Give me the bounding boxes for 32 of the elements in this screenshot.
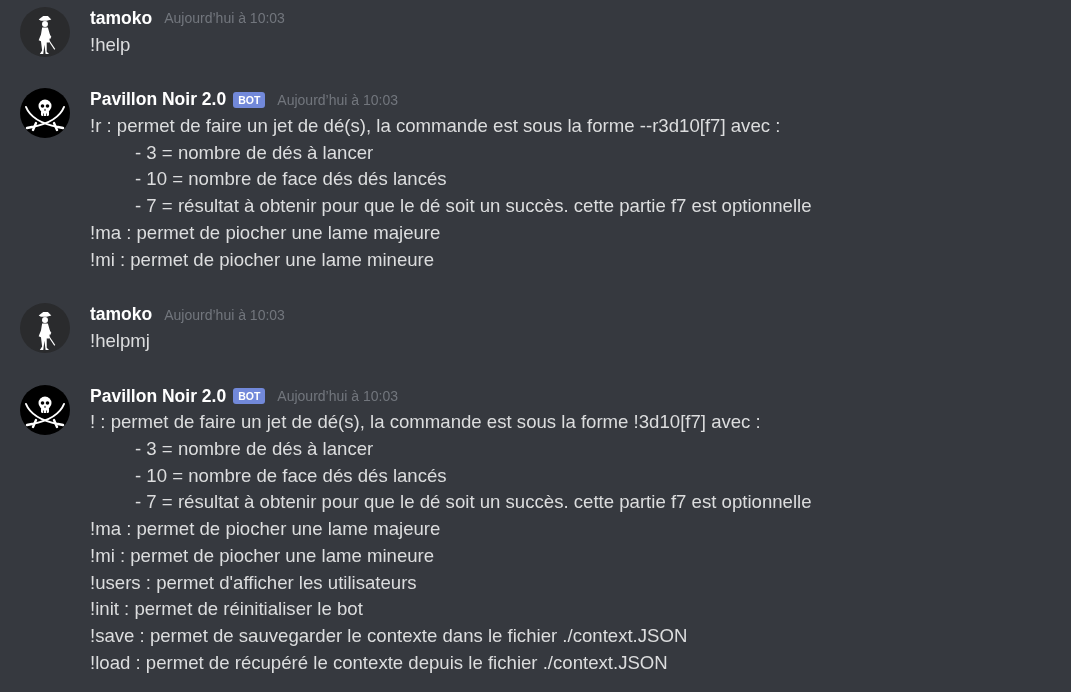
message-text: !ma : permet de piocher une lame majeure: [90, 221, 441, 243]
bot-badge: BOT: [233, 91, 266, 108]
message-timestamp: Aujourd’hui à 10:03: [277, 91, 398, 108]
figure-avatar-icon[interactable]: [20, 303, 70, 354]
bot-badge: BOT: [233, 388, 266, 405]
message-text: - 7 = résultat à obtenir pour que le dé soit un succès. cette partie f7 est optionnelle: [135, 491, 812, 513]
message-text: - 3 = nombre de dés à lancer: [135, 141, 374, 163]
author-name[interactable]: Pavillon Noir 2.0: [90, 89, 227, 111]
skull-swords-avatar-icon[interactable]: [20, 384, 70, 435]
message-text: - 3 = nombre de dés à lancer: [135, 438, 374, 460]
author-name[interactable]: Pavillon Noir 2.0: [90, 385, 227, 407]
message-text: ! : permet de faire un jet de dé(s), la commande est sous la forme !3d10[f7] avec :: [90, 411, 761, 433]
message-text: !users : permet d'afficher les utilisateurs: [90, 571, 417, 593]
message-text: !r : permet de faire un jet de dé(s), la commande est sous la forme --r3d10[f7] avec :: [90, 115, 781, 137]
skull-swords-avatar-icon[interactable]: [20, 88, 70, 139]
message-timestamp: Aujourd’hui à 10:03: [164, 306, 285, 323]
message-text: !init : permet de réinitialiser le bot: [90, 598, 363, 620]
figure-avatar-icon[interactable]: [20, 7, 70, 57]
message-text: !helpmj: [90, 330, 150, 351]
message-text: !load : permet de récupéré le contexte depuis le fichier ./context.JSON: [90, 651, 668, 673]
message-text: !mi : permet de piocher une lame mineure: [90, 248, 435, 270]
author-name[interactable]: tamoko: [90, 7, 153, 29]
author-name[interactable]: tamoko: [90, 304, 153, 326]
message-timestamp: Aujourd’hui à 10:03: [277, 388, 398, 405]
message-text: !save : permet de sauvegarder le contexte dans le fichier ./context.JSON: [90, 625, 688, 646]
message-timestamp: Aujourd’hui à 10:03: [164, 10, 285, 27]
message-text: - 7 = résultat à obtenir pour que le dé soit un succès. cette partie f7 est optionnelle: [135, 195, 812, 217]
message-text: !help: [90, 33, 131, 55]
message-text: !mi : permet de piocher une lame mineure: [90, 544, 435, 566]
message-text: - 10 = nombre de face dés dés lancés: [135, 464, 447, 486]
message-text: - 10 = nombre de face dés dés lancés: [135, 168, 447, 190]
message-text: !ma : permet de piocher une lame majeure: [90, 518, 441, 540]
